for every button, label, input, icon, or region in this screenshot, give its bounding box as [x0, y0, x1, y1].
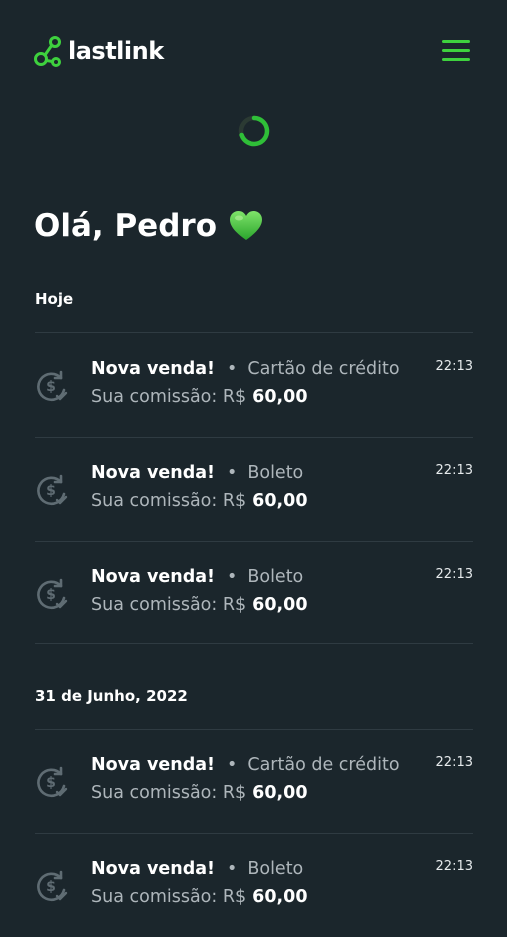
svg-text:$: $: [46, 483, 56, 499]
sale-title: Nova venda!: [91, 567, 216, 587]
sale-time: 22:13: [435, 567, 473, 582]
sale-summary: Nova venda! • Cartão de crédito: [91, 359, 400, 379]
svg-text:$: $: [46, 379, 56, 395]
commission-line: Sua comissão: R$ 60,00: [91, 783, 308, 803]
sale-title: Nova venda!: [91, 755, 216, 775]
commission-label: Sua comissão: R$: [91, 387, 247, 407]
payment-method: Cartão de crédito: [247, 755, 400, 775]
sale-notification-row[interactable]: $ Nova venda! • Boleto Sua comissão: R$ 60,00…: [35, 833, 473, 937]
commission-amount: 60,00: [252, 783, 308, 803]
commission-label: Sua comissão: R$: [91, 491, 247, 511]
greeting: Olá, Pedro: [34, 204, 263, 248]
commission-dollar-icon: $: [35, 869, 69, 903]
commission-line: Sua comissão: R$ 60,00: [91, 595, 308, 615]
sale-title: Nova venda!: [91, 859, 216, 879]
commission-dollar-icon: $: [35, 473, 69, 507]
green-heart-icon: [230, 211, 262, 240]
menu-bar: [442, 58, 470, 61]
sale-summary: Nova venda! • Boleto: [91, 463, 303, 483]
brand-logo[interactable]: lastlink: [33, 33, 164, 69]
divider: [35, 643, 473, 644]
lastlink-logo-icon: [34, 36, 61, 67]
commission-line: Sua comissão: R$ 60,00: [91, 887, 308, 907]
separator-dot: •: [227, 463, 238, 483]
menu-bar: [442, 40, 470, 43]
commission-amount: 60,00: [252, 491, 308, 511]
hamburger-menu-button[interactable]: [440, 38, 472, 64]
svg-text:$: $: [46, 587, 56, 603]
separator-dot: •: [227, 567, 238, 587]
section-date-label: 31 de Junho, 2022: [35, 687, 188, 705]
section-date-label: Hoje: [35, 290, 74, 308]
commission-dollar-icon: $: [35, 369, 69, 403]
sale-notification-row[interactable]: $ Nova venda! • Boleto Sua comissão: R$ 60,00…: [35, 437, 473, 541]
commission-dollar-icon: $: [35, 577, 69, 611]
separator-dot: •: [227, 859, 238, 879]
commission-amount: 60,00: [252, 387, 308, 407]
sale-title: Nova venda!: [91, 463, 216, 483]
separator-dot: •: [227, 755, 238, 775]
sale-notification-row[interactable]: $ Nova venda! • Boleto Sua comissão: R$ 60,00…: [35, 541, 473, 645]
commission-amount: 60,00: [252, 595, 308, 615]
commission-line: Sua comissão: R$ 60,00: [91, 387, 308, 407]
payment-method: Boleto: [247, 463, 304, 483]
loading-spinner-icon: [238, 115, 270, 147]
commission-dollar-icon: $: [35, 765, 69, 799]
sale-time: 22:13: [435, 859, 473, 874]
sale-notification-row[interactable]: $ Nova venda! • Cartão de crédito Sua comiss…: [35, 333, 473, 437]
sale-summary: Nova venda! • Cartão de crédito: [91, 755, 400, 775]
sale-notification-row[interactable]: $ Nova venda! • Cartão de crédito Sua comiss…: [35, 729, 473, 833]
sale-summary: Nova venda! • Boleto: [91, 567, 303, 587]
sale-time: 22:13: [435, 463, 473, 478]
commission-label: Sua comissão: R$: [91, 595, 247, 615]
payment-method: Cartão de crédito: [247, 359, 400, 379]
sale-time: 22:13: [435, 755, 473, 770]
svg-text:$: $: [46, 879, 56, 895]
separator-dot: •: [227, 359, 238, 379]
sale-time: 22:13: [435, 359, 473, 374]
menu-bar: [442, 49, 470, 52]
payment-method: Boleto: [247, 859, 304, 879]
commission-label: Sua comissão: R$: [91, 887, 247, 907]
svg-text:$: $: [46, 775, 56, 791]
payment-method: Boleto: [247, 567, 304, 587]
brand-name: lastlink: [68, 37, 164, 65]
commission-amount: 60,00: [252, 887, 308, 907]
sale-title: Nova venda!: [91, 359, 216, 379]
greeting-text: Olá, Pedro: [34, 208, 217, 244]
sale-summary: Nova venda! • Boleto: [91, 859, 303, 879]
commission-label: Sua comissão: R$: [91, 783, 247, 803]
app-header: lastlink: [0, 0, 507, 100]
commission-line: Sua comissão: R$ 60,00: [91, 491, 308, 511]
